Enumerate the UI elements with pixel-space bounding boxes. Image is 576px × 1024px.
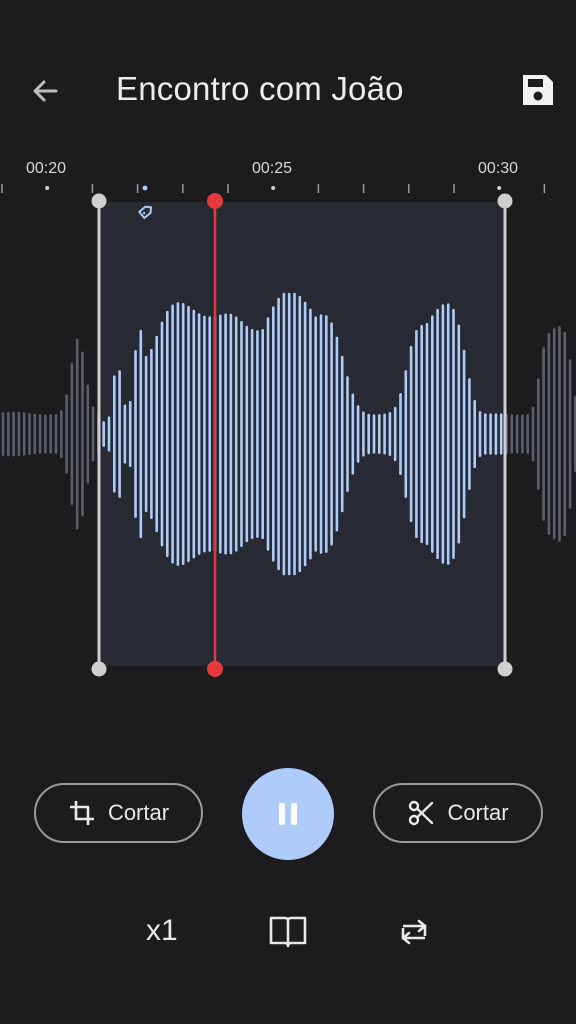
cut-label: Cortar <box>447 800 509 825</box>
arrow-back-icon <box>33 80 58 102</box>
selection-end-handle-top[interactable] <box>497 193 513 209</box>
waveform[interactable] <box>0 190 576 690</box>
save-icon <box>523 75 553 105</box>
recording-title: Encontro com João <box>116 70 404 107</box>
selection-start-handle-top[interactable] <box>91 193 107 209</box>
pause-icon <box>279 803 297 825</box>
transcript-button[interactable] <box>268 912 308 952</box>
playback-speed-button[interactable]: x1 <box>146 914 178 948</box>
waveform-editor[interactable] <box>0 190 576 690</box>
book-icon <box>269 916 307 948</box>
trim-label: Cortar <box>107 800 170 825</box>
loop-button[interactable] <box>394 912 434 952</box>
trim-button[interactable]: Cortar <box>34 783 203 843</box>
repeat-icon <box>401 919 427 945</box>
cut-button[interactable]: Cortar <box>373 783 543 843</box>
crop-icon <box>69 801 94 825</box>
selection-start-handle-bottom[interactable] <box>91 661 107 677</box>
pause-button[interactable] <box>242 768 334 860</box>
scissors-icon <box>409 800 434 826</box>
back-button[interactable] <box>26 72 66 112</box>
playback-controls: Cortar Cortar <box>0 760 576 870</box>
bottom-toolbar: x1 <box>0 900 576 970</box>
selection-end-handle-bottom[interactable] <box>497 661 513 677</box>
playhead-handle-bottom[interactable] <box>207 661 223 677</box>
save-button[interactable] <box>518 70 558 110</box>
playhead-handle-top[interactable] <box>207 193 223 209</box>
